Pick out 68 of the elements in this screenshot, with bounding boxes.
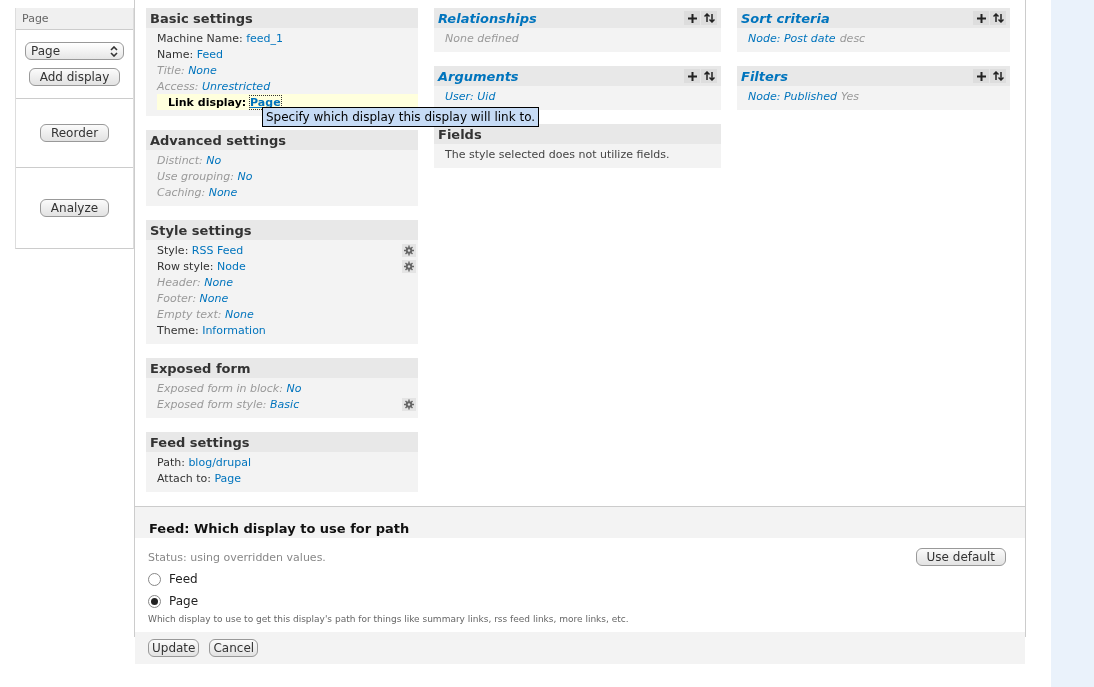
section-title: Advanced settings xyxy=(150,132,286,148)
plus-icon xyxy=(976,13,986,23)
help-text: Which display to use to get this display's path for things like summary links, rss feed links, more links, etc. xyxy=(148,614,630,624)
up-down-arrows-icon xyxy=(992,71,1004,81)
setting-text: Title: None xyxy=(157,63,217,77)
setting-text: Caching: None xyxy=(157,185,238,199)
setting-text: Path: blog/drupal xyxy=(157,455,252,469)
setting-text: Theme: Information xyxy=(157,323,266,337)
setting-text: Header: None xyxy=(157,275,233,289)
tooltip: Specify which display this display will link to. xyxy=(262,107,540,127)
view-item-link[interactable]: Node: Published xyxy=(748,89,838,103)
up-down-arrows-icon xyxy=(703,13,715,23)
rearrange-button[interactable] xyxy=(990,11,1006,25)
up-down-arrows-icon xyxy=(703,71,715,81)
item-suffix: desc xyxy=(839,31,866,45)
radio-button[interactable] xyxy=(148,594,161,608)
plus-icon xyxy=(687,13,697,23)
form-button[interactable]: Cancel xyxy=(209,639,259,657)
status-text: Status: using overridden values. xyxy=(148,550,326,564)
note-text: The style selected does not utilize fields. xyxy=(445,147,670,161)
up-down-arrows-icon xyxy=(992,13,1004,23)
setting-text: Distinct: No xyxy=(157,153,222,167)
setting-text: Access: Unrestricted xyxy=(157,79,271,93)
radio-button[interactable] xyxy=(148,572,161,586)
rearrange-button[interactable] xyxy=(701,69,717,83)
gear-icon[interactable] xyxy=(402,259,416,273)
section-title: Basic settings xyxy=(150,10,253,26)
radio-label[interactable]: Feed xyxy=(169,572,198,586)
plus-icon xyxy=(687,71,697,81)
add-button[interactable] xyxy=(684,69,700,83)
setting-text: Footer: None xyxy=(157,291,229,305)
setting-text: Attach to: Page xyxy=(157,471,242,485)
setting-text: Exposed form style: Basic xyxy=(157,397,300,411)
setting-text: Exposed form in block: No xyxy=(157,381,302,395)
display-select[interactable]: Page xyxy=(25,42,124,60)
section-title: Feed settings xyxy=(150,434,250,450)
section-title: Style settings xyxy=(150,222,252,238)
display-tab[interactable]: Page xyxy=(16,8,133,30)
view-item-link[interactable]: Node: Post date xyxy=(748,31,836,45)
select-arrows-icon xyxy=(110,45,118,57)
setting-text: Name: Feed xyxy=(157,47,223,61)
item-suffix: Yes xyxy=(841,89,860,103)
add-button[interactable] xyxy=(684,11,700,25)
setting-text: Use grouping: No xyxy=(157,169,253,183)
plus-icon xyxy=(976,71,986,81)
sidebar-button[interactable]: Analyze xyxy=(39,199,110,217)
setting-text: Link display: Page xyxy=(168,95,281,109)
sidebar-button[interactable]: Reorder xyxy=(39,124,110,142)
add-button[interactable] xyxy=(973,69,989,83)
sidebar-button[interactable]: Add display xyxy=(28,68,121,86)
add-button[interactable] xyxy=(973,11,989,25)
gear-icon[interactable] xyxy=(402,243,416,257)
use-default-button[interactable]: Use default xyxy=(915,548,1006,566)
setting-text: Row style: Node xyxy=(157,259,246,273)
gear-icon[interactable] xyxy=(402,397,416,411)
form-button[interactable]: Update xyxy=(148,639,200,657)
setting-text: Style: RSS Feed xyxy=(157,243,244,257)
section-title: Fields xyxy=(438,126,482,142)
rearrange-button[interactable] xyxy=(701,11,717,25)
form-title: Feed: Which display to use for path xyxy=(135,507,1025,538)
setting-text: Empty text: None xyxy=(157,307,254,321)
rearrange-button[interactable] xyxy=(990,69,1006,83)
section-title: Exposed form xyxy=(150,360,251,376)
radio-label[interactable]: Page xyxy=(169,594,199,608)
section-title[interactable]: Filters xyxy=(741,68,788,84)
view-item-link[interactable]: User: Uid xyxy=(445,89,496,103)
setting-text: Machine Name: feed_1 xyxy=(157,31,284,45)
empty-text: None defined xyxy=(445,31,519,45)
